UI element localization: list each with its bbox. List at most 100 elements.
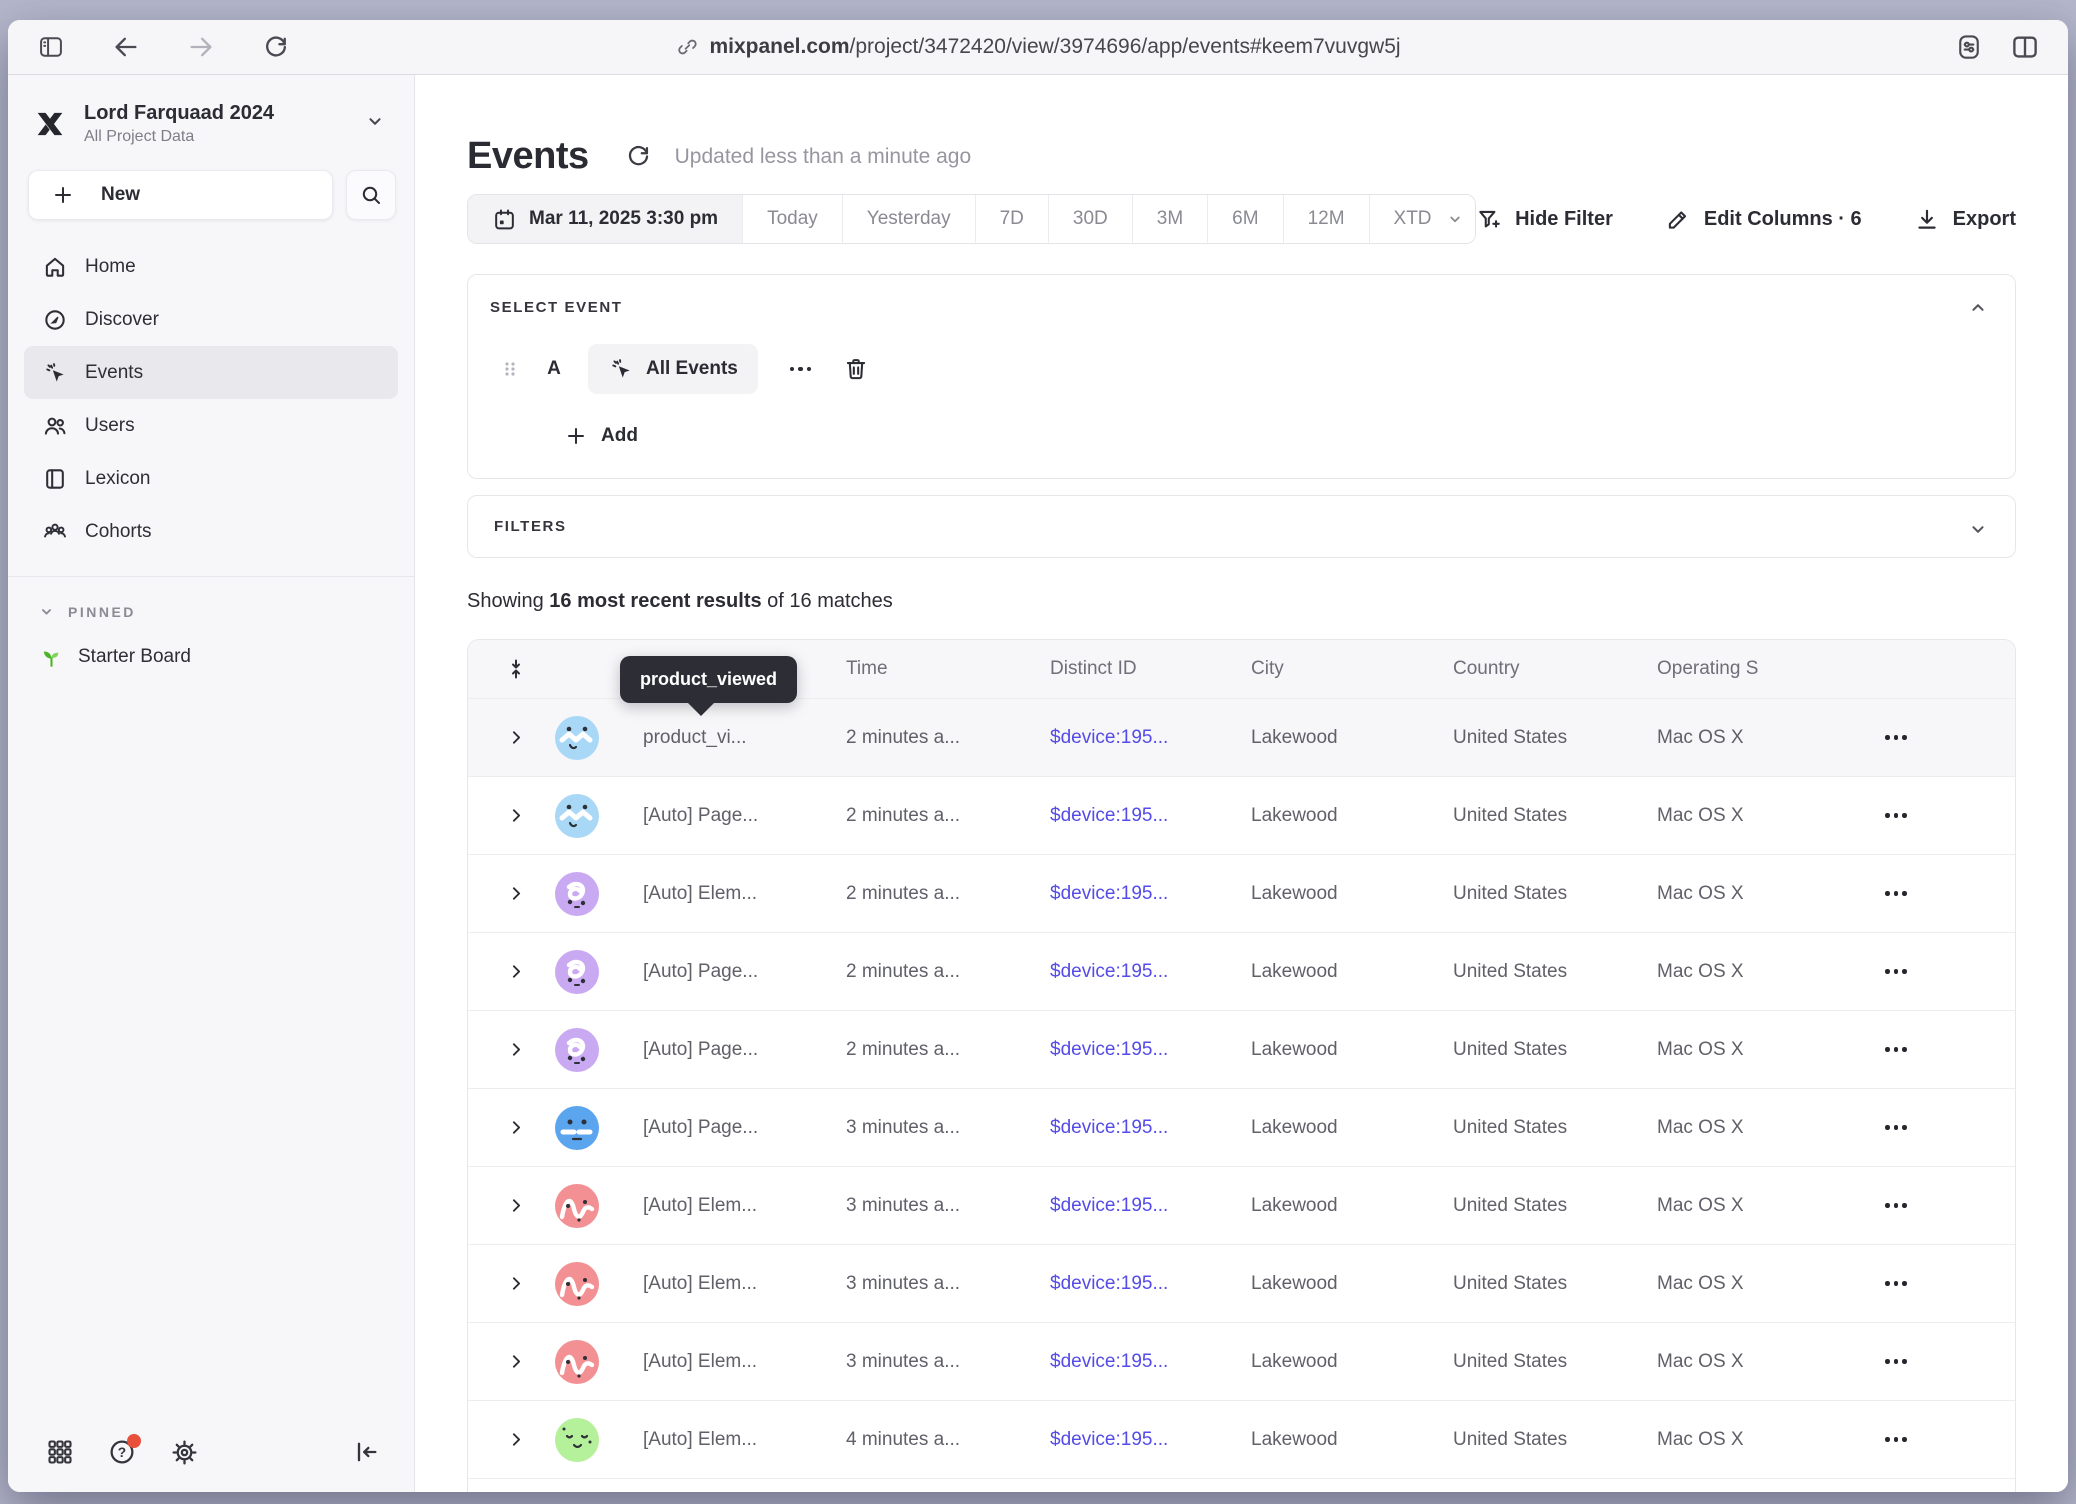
sidebar-item-lexicon[interactable]: Lexicon [24, 452, 398, 505]
users-icon [42, 413, 68, 439]
sidebar-item-home[interactable]: Home [24, 240, 398, 293]
forward-icon[interactable] [186, 32, 216, 62]
all-events-pill[interactable]: All Events [588, 344, 758, 394]
date-preset-today[interactable]: Today [743, 195, 843, 243]
expand-row-icon[interactable] [468, 883, 542, 904]
sidebar-toggle-icon[interactable] [36, 32, 66, 62]
sidebar-item-discover[interactable]: Discover [24, 293, 398, 346]
date-picker-segment[interactable]: Mar 11, 2025 3:30 pm [468, 195, 743, 243]
cell-event-name[interactable]: [Auto] Elem... [612, 1273, 846, 1295]
row-menu-icon[interactable] [1885, 1359, 2015, 1364]
cell-country: United States [1453, 1351, 1657, 1373]
refresh-icon[interactable] [625, 143, 653, 171]
expand-row-icon[interactable] [468, 805, 542, 826]
search-button[interactable] [346, 170, 396, 220]
row-menu-icon[interactable] [1885, 735, 2015, 740]
cell-distinct-id[interactable]: $device:195... [1050, 1195, 1251, 1217]
expand-row-icon[interactable] [468, 1351, 542, 1372]
row-menu-icon[interactable] [1885, 813, 2015, 818]
row-menu-icon[interactable] [1885, 1281, 2015, 1286]
cell-event-name[interactable]: [Auto] Elem... [612, 1429, 846, 1451]
help-icon[interactable]: ? [106, 1436, 138, 1468]
row-menu-icon[interactable] [1885, 969, 2015, 974]
date-preset-3m[interactable]: 3M [1133, 195, 1208, 243]
cell-os: Mac OS X [1657, 883, 1885, 905]
cell-distinct-id[interactable]: $device:195... [1050, 1117, 1251, 1139]
cell-distinct-id[interactable]: $device:195... [1050, 883, 1251, 905]
row-menu-icon[interactable] [1885, 891, 2015, 896]
cell-distinct-id[interactable]: $device:195... [1050, 1351, 1251, 1373]
table-row: [Auto] Elem... 3 minutes a... $device:19… [468, 1322, 2015, 1400]
cell-distinct-id[interactable]: $device:195... [1050, 1429, 1251, 1451]
event-spark-icon [608, 356, 634, 382]
column-header-time[interactable]: Time [846, 658, 1050, 680]
back-icon[interactable] [111, 32, 141, 62]
expand-row-icon[interactable] [468, 727, 542, 748]
hide-filter-button[interactable]: Hide Filter [1476, 206, 1613, 232]
cell-distinct-id[interactable]: $device:195... [1050, 805, 1251, 827]
row-menu-icon[interactable] [1885, 1047, 2015, 1052]
more-options-icon[interactable] [784, 367, 818, 372]
row-menu-icon[interactable] [1885, 1437, 2015, 1442]
sidebar-item-users[interactable]: Users [24, 399, 398, 452]
export-button[interactable]: Export [1914, 206, 2016, 232]
cell-city: Lakewood [1251, 1117, 1453, 1139]
cell-event-name[interactable]: [Auto] Page... [612, 1039, 846, 1061]
cell-os: Mac OS X [1657, 1039, 1885, 1061]
cell-event-name[interactable]: [Auto] Elem... [612, 1195, 846, 1217]
date-preset-30d[interactable]: 30D [1049, 195, 1133, 243]
project-switcher[interactable]: Lord Farquaad 2024 All Project Data [8, 75, 414, 168]
column-header-country[interactable]: Country [1453, 658, 1657, 680]
expand-row-icon[interactable] [468, 1273, 542, 1294]
expand-row-icon[interactable] [468, 1039, 542, 1060]
date-preset-6m[interactable]: 6M [1208, 195, 1283, 243]
updated-status: Updated less than a minute ago [675, 145, 972, 169]
add-event-button[interactable]: Add [564, 424, 1989, 448]
trash-icon[interactable] [843, 356, 869, 382]
sidebar-item-cohorts[interactable]: Cohorts [24, 505, 398, 558]
date-preset-yesterday[interactable]: Yesterday [843, 195, 976, 243]
cell-event-name[interactable]: [Auto] Elem... [612, 1351, 846, 1373]
drag-handle-icon[interactable] [500, 357, 520, 381]
cell-city: Lakewood [1251, 1273, 1453, 1295]
sidebar-item-events[interactable]: Events [24, 346, 398, 399]
chevron-down-icon[interactable] [1967, 518, 1989, 545]
cell-event-name[interactable]: [Auto] Page... [612, 1117, 846, 1139]
row-menu-icon[interactable] [1885, 1203, 2015, 1208]
page-settings-icon[interactable] [1954, 32, 1984, 62]
url-bar[interactable]: mixpanel.com/project/3472420/view/397469… [675, 20, 1400, 74]
cell-distinct-id[interactable]: $device:195... [1050, 1273, 1251, 1295]
chevron-up-icon[interactable] [1967, 297, 1989, 324]
gear-icon[interactable] [168, 1436, 200, 1468]
column-header-distinct-id[interactable]: Distinct ID [1050, 658, 1251, 680]
table-row: [Auto] Elem... 3 minutes a... $device:19… [468, 1244, 2015, 1322]
expand-row-icon[interactable] [468, 961, 542, 982]
apps-grid-icon[interactable] [44, 1436, 76, 1468]
date-preset-xtd[interactable]: XTD [1370, 195, 1477, 243]
row-menu-icon[interactable] [1885, 1125, 2015, 1130]
collapse-sidebar-icon[interactable] [350, 1436, 382, 1468]
date-preset-7d[interactable]: 7D [976, 195, 1049, 243]
expand-row-icon[interactable] [468, 1195, 542, 1216]
expand-row-icon[interactable] [468, 1117, 542, 1138]
cell-event-name[interactable]: [Auto] Page... [612, 961, 846, 983]
column-header-city[interactable]: City [1251, 658, 1453, 680]
date-preset-12m[interactable]: 12M [1284, 195, 1370, 243]
expand-row-icon[interactable] [468, 1429, 542, 1450]
cell-event-name[interactable]: [Auto] Page... [612, 805, 846, 827]
cell-event-name[interactable]: [Auto] Elem... [612, 883, 846, 905]
cell-distinct-id[interactable]: $device:195... [1050, 1039, 1251, 1061]
event-avatar-icon [555, 1028, 599, 1072]
new-button[interactable]: New [28, 170, 333, 220]
cell-distinct-id[interactable]: $device:195... [1050, 727, 1251, 749]
cell-country: United States [1453, 1429, 1657, 1451]
cell-event-name[interactable]: product_vi... [612, 727, 846, 749]
reload-icon[interactable] [261, 32, 291, 62]
column-header-operating-s[interactable]: Operating S [1657, 658, 1885, 680]
pinned-section-header[interactable]: PINNED [38, 603, 398, 620]
split-view-icon[interactable] [2010, 32, 2040, 62]
edit-columns-button[interactable]: Edit Columns · 6 [1665, 206, 1862, 232]
sidebar-item-starter-board[interactable]: Starter Board [38, 644, 398, 670]
collapse-rows-icon[interactable] [504, 657, 528, 681]
cell-distinct-id[interactable]: $device:195... [1050, 961, 1251, 983]
